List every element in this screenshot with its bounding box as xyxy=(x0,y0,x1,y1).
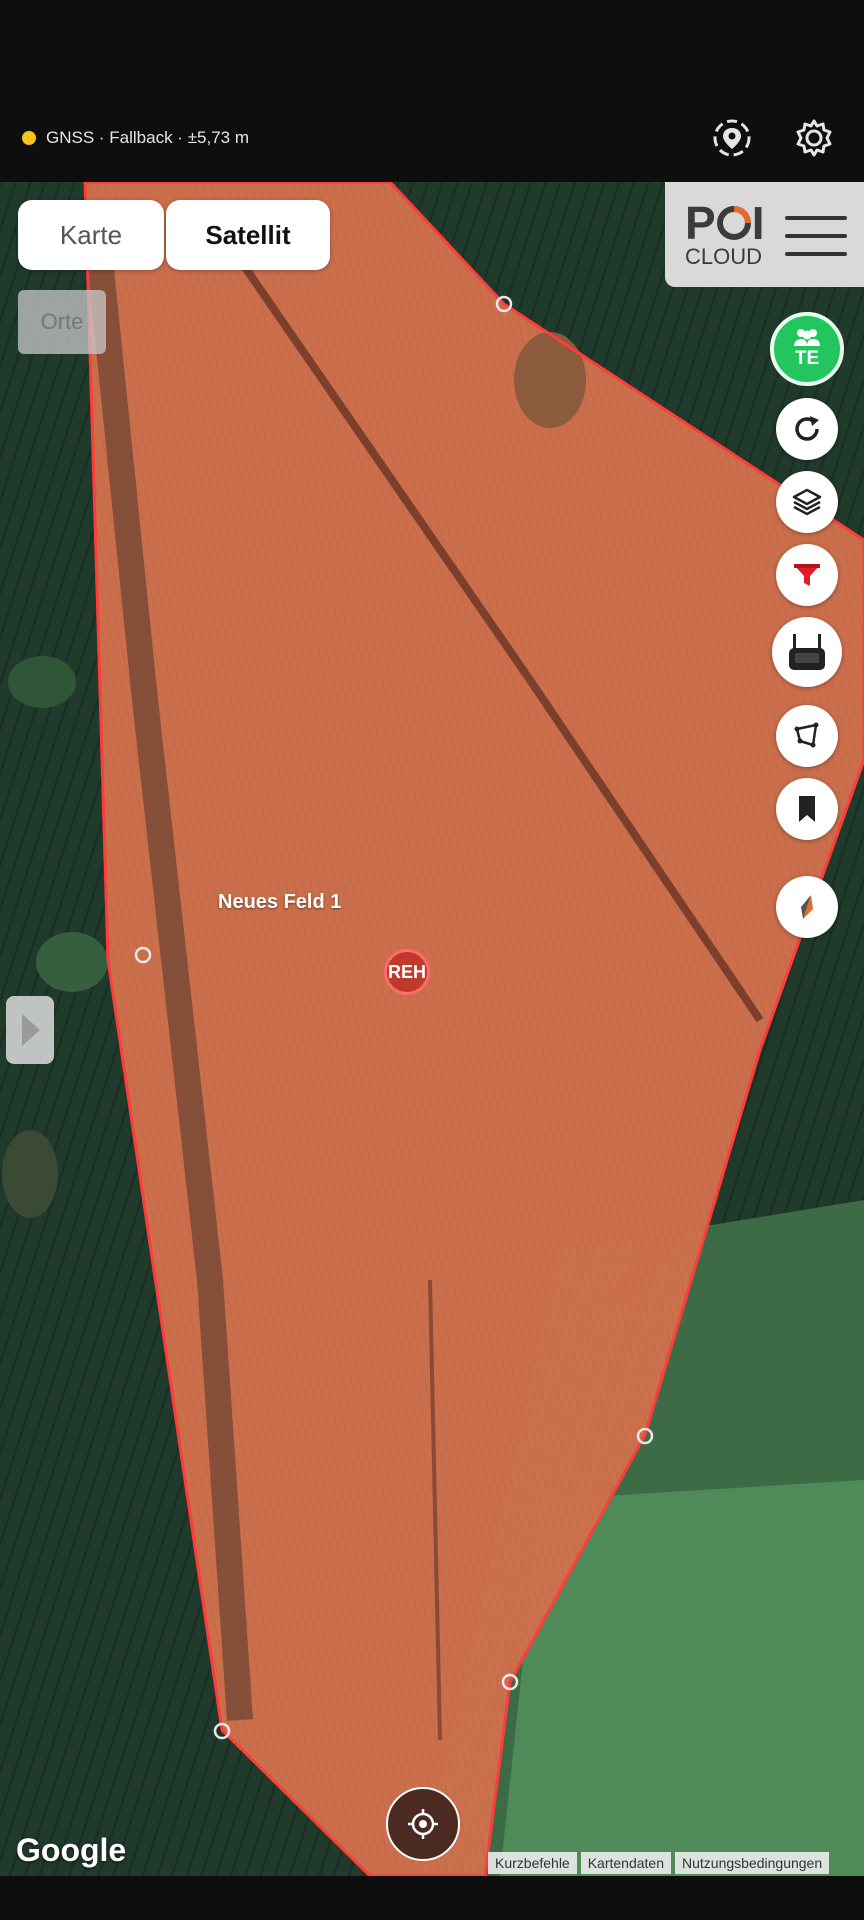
team-button[interactable]: TE xyxy=(770,312,844,386)
team-icon xyxy=(794,329,820,346)
gear-icon[interactable] xyxy=(792,116,836,160)
map-type-satellit-tab[interactable]: Satellit xyxy=(166,200,330,270)
crosshair-icon xyxy=(408,1809,438,1839)
refresh-icon xyxy=(795,416,819,441)
google-logo: Google xyxy=(16,1832,127,1868)
poi-marker-reh[interactable]: REH xyxy=(384,949,430,995)
attribution-map-data[interactable]: Kartendaten xyxy=(580,1852,672,1874)
bookmark-button[interactable] xyxy=(776,778,838,840)
satellite-map[interactable]: Neues Feld 1 REH Google Kurzbefehle Kart… xyxy=(0,182,864,1876)
gnss-status-text: GNSS · Fallback · ±5,73 m xyxy=(46,128,249,147)
refresh-button[interactable] xyxy=(776,398,838,460)
map-type-karte-tab[interactable]: Karte xyxy=(18,200,164,270)
location-pin-icon[interactable] xyxy=(710,116,754,160)
side-drawer-toggle[interactable] xyxy=(6,996,54,1064)
attribution-shortcuts[interactable]: Kurzbefehle xyxy=(488,1852,577,1874)
status-bar: GNSS · Fallback · ±5,73 m xyxy=(0,0,864,182)
filter-icon xyxy=(794,564,820,586)
remote-controller-button[interactable] xyxy=(772,617,842,687)
places-button[interactable]: Orte xyxy=(18,290,106,354)
map-imagery xyxy=(0,182,864,1876)
gnss-status: GNSS · Fallback · ±5,73 m xyxy=(22,128,249,148)
field-label[interactable]: Neues Feld 1 xyxy=(218,891,341,914)
attribution-terms[interactable]: Nutzungsbedingungen xyxy=(675,1852,830,1874)
compass-button[interactable] xyxy=(776,876,838,938)
map-attribution: Kurzbefehle Kartendaten Nutzungsbedingun… xyxy=(488,1852,833,1874)
chevron-right-icon xyxy=(22,1014,40,1046)
polygon-draw-button[interactable] xyxy=(776,705,838,767)
layers-icon xyxy=(792,488,822,516)
filter-button[interactable] xyxy=(776,544,838,606)
team-label: TE xyxy=(794,348,820,369)
poi-cloud-logo: PI xyxy=(685,197,765,249)
locate-me-button[interactable] xyxy=(386,1787,460,1861)
logo-cloud-text: CLOUD xyxy=(685,244,763,269)
layers-button[interactable] xyxy=(776,471,838,533)
bookmark-icon xyxy=(799,796,815,822)
brand-header: PI CLOUD xyxy=(665,182,864,287)
compass-icon xyxy=(801,895,813,919)
logo-o-icon xyxy=(716,206,751,240)
system-navigation-bar xyxy=(0,1876,864,1920)
remote-controller-icon xyxy=(789,634,825,670)
gnss-status-dot xyxy=(22,131,36,145)
polygon-draw-icon xyxy=(794,722,819,748)
hamburger-menu-icon[interactable] xyxy=(785,216,847,256)
